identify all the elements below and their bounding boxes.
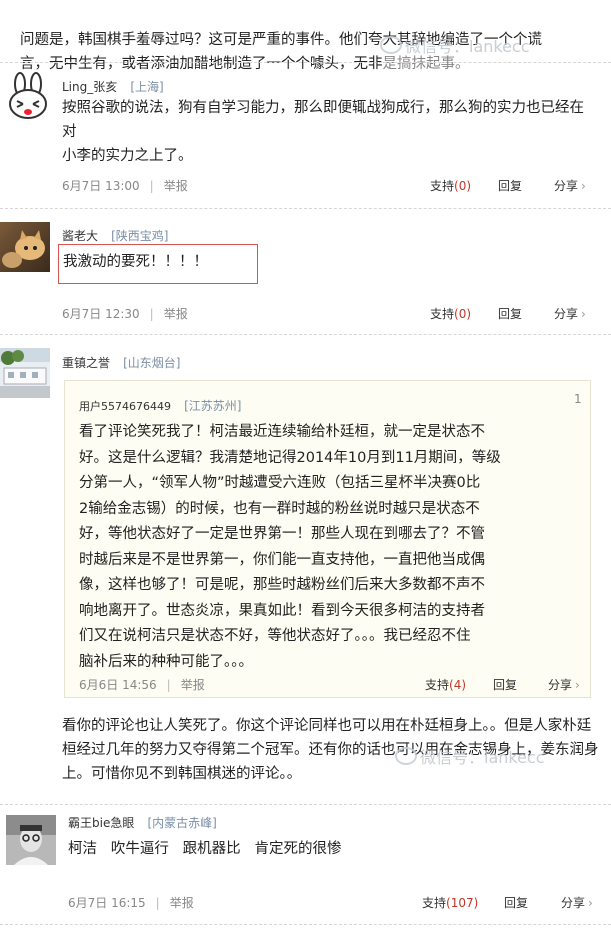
- support-button[interactable]: 支持(0): [430, 177, 471, 194]
- watermark-middle: 微信号：lankecc: [395, 744, 545, 768]
- username[interactable]: 酱老大: [62, 229, 98, 243]
- comment-text: 柯洁 吹牛逼行 跟机器比 肯定死的很惨: [68, 841, 342, 857]
- comment-date: 6月7日 12:30: [62, 307, 140, 321]
- support-button[interactable]: 支持(4): [425, 676, 466, 693]
- report-link[interactable]: 举报: [164, 307, 188, 321]
- comment-date: 6月7日 16:15: [68, 896, 146, 910]
- support-count: (4): [449, 678, 467, 692]
- chevron-right-icon: ›: [588, 896, 593, 910]
- cartoon-rabbit-avatar[interactable]: [4, 72, 54, 122]
- quote-text: 看了评论笑死我了！柯洁最近连续输给朴廷桓，就一定是状态不 好。这是什么逻辑？我清…: [79, 424, 501, 670]
- quote-header: 用户5574676449 [江苏苏州]: [79, 395, 241, 414]
- quote-date: 6月6日 14:56: [79, 678, 157, 692]
- comment-meta: 6月7日 13:00 | 举报: [62, 179, 188, 193]
- comment-meta: 6月7日 16:15 | 举报: [68, 896, 194, 910]
- quote-meta: 6月6日 14:56 | 举报: [79, 678, 205, 692]
- comment-header: Ling_张亥 [上海]: [62, 76, 164, 95]
- divider: [0, 924, 611, 925]
- wechat-icon: [380, 36, 402, 54]
- comment-header: 重镇之誉 [山东烟台]: [62, 352, 180, 371]
- old-man-photo-avatar[interactable]: [6, 815, 56, 865]
- comment-text: 按照谷歌的说法，狗有自学习能力，那么即便辄战狗成行，那么狗的实力也已经在对 小李…: [62, 100, 584, 164]
- divider: [0, 804, 611, 805]
- wechat-icon: [395, 747, 417, 765]
- share-button[interactable]: 分享 ›: [548, 676, 580, 693]
- chevron-right-icon: ›: [575, 678, 580, 692]
- comment-header: 霸王bie急眼 [内蒙古赤峰]: [68, 812, 217, 831]
- support-label: 支持: [422, 896, 447, 910]
- floor-number: 1: [574, 392, 582, 406]
- reply-button[interactable]: 回复: [493, 676, 517, 693]
- report-link[interactable]: 举报: [164, 179, 188, 193]
- user-location: [内蒙古赤峰]: [147, 816, 217, 830]
- reply-button[interactable]: 回复: [504, 894, 528, 911]
- share-button[interactable]: 分享 ›: [554, 177, 586, 194]
- support-count: (0): [454, 179, 472, 193]
- username[interactable]: Ling_张亥: [62, 80, 117, 94]
- comment-date: 6月7日 13:00: [62, 179, 140, 193]
- watermark-top: 微信号：lankecc: [380, 33, 530, 57]
- support-count: (0): [454, 307, 472, 321]
- chevron-right-icon: ›: [581, 179, 586, 193]
- support-label: 支持: [430, 307, 455, 321]
- comment-text: 我激动的要死！！！！: [63, 254, 208, 270]
- support-button[interactable]: 支持(107): [422, 894, 478, 911]
- share-button[interactable]: 分享 ›: [554, 305, 586, 322]
- divider: [0, 62, 611, 63]
- comment-header: 酱老大 [陕西宝鸡]: [62, 225, 168, 244]
- building-photo-avatar[interactable]: [0, 348, 50, 398]
- username[interactable]: 霸王bie急眼: [68, 816, 134, 830]
- divider: [0, 334, 611, 335]
- user-location: [陕西宝鸡]: [111, 229, 169, 243]
- report-link[interactable]: 举报: [181, 678, 205, 692]
- user-location: [山东烟台]: [123, 356, 181, 370]
- support-count: (107): [446, 896, 479, 910]
- report-link[interactable]: 举报: [170, 896, 194, 910]
- username[interactable]: 重镇之誉: [62, 356, 110, 370]
- support-label: 支持: [430, 179, 455, 193]
- reply-button[interactable]: 回复: [498, 177, 522, 194]
- cat-photo-avatar[interactable]: [0, 222, 50, 272]
- user-location: [上海]: [130, 80, 164, 94]
- quote-username[interactable]: 用户5574676449: [79, 400, 171, 413]
- intro-text-tail: 是搞抹起事。: [382, 56, 470, 72]
- support-label: 支持: [425, 678, 450, 692]
- quote-location: [江苏苏州]: [184, 399, 242, 413]
- divider: [0, 208, 611, 209]
- reply-button[interactable]: 回复: [498, 305, 522, 322]
- chevron-right-icon: ›: [581, 307, 586, 321]
- comment-meta: 6月7日 12:30 | 举报: [62, 307, 188, 321]
- share-button[interactable]: 分享 ›: [561, 894, 593, 911]
- support-button[interactable]: 支持(0): [430, 305, 471, 322]
